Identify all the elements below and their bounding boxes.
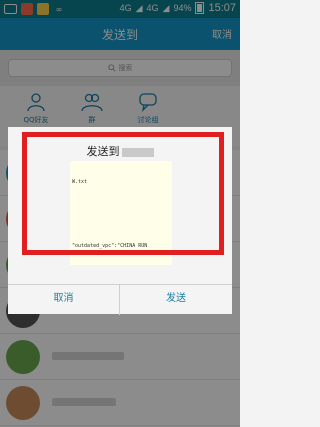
cancel-button[interactable]: 取消 bbox=[8, 285, 120, 315]
dialog-buttons: 取消 发送 bbox=[8, 284, 232, 315]
highlight-box bbox=[22, 132, 224, 255]
send-button[interactable]: 发送 bbox=[120, 285, 232, 315]
